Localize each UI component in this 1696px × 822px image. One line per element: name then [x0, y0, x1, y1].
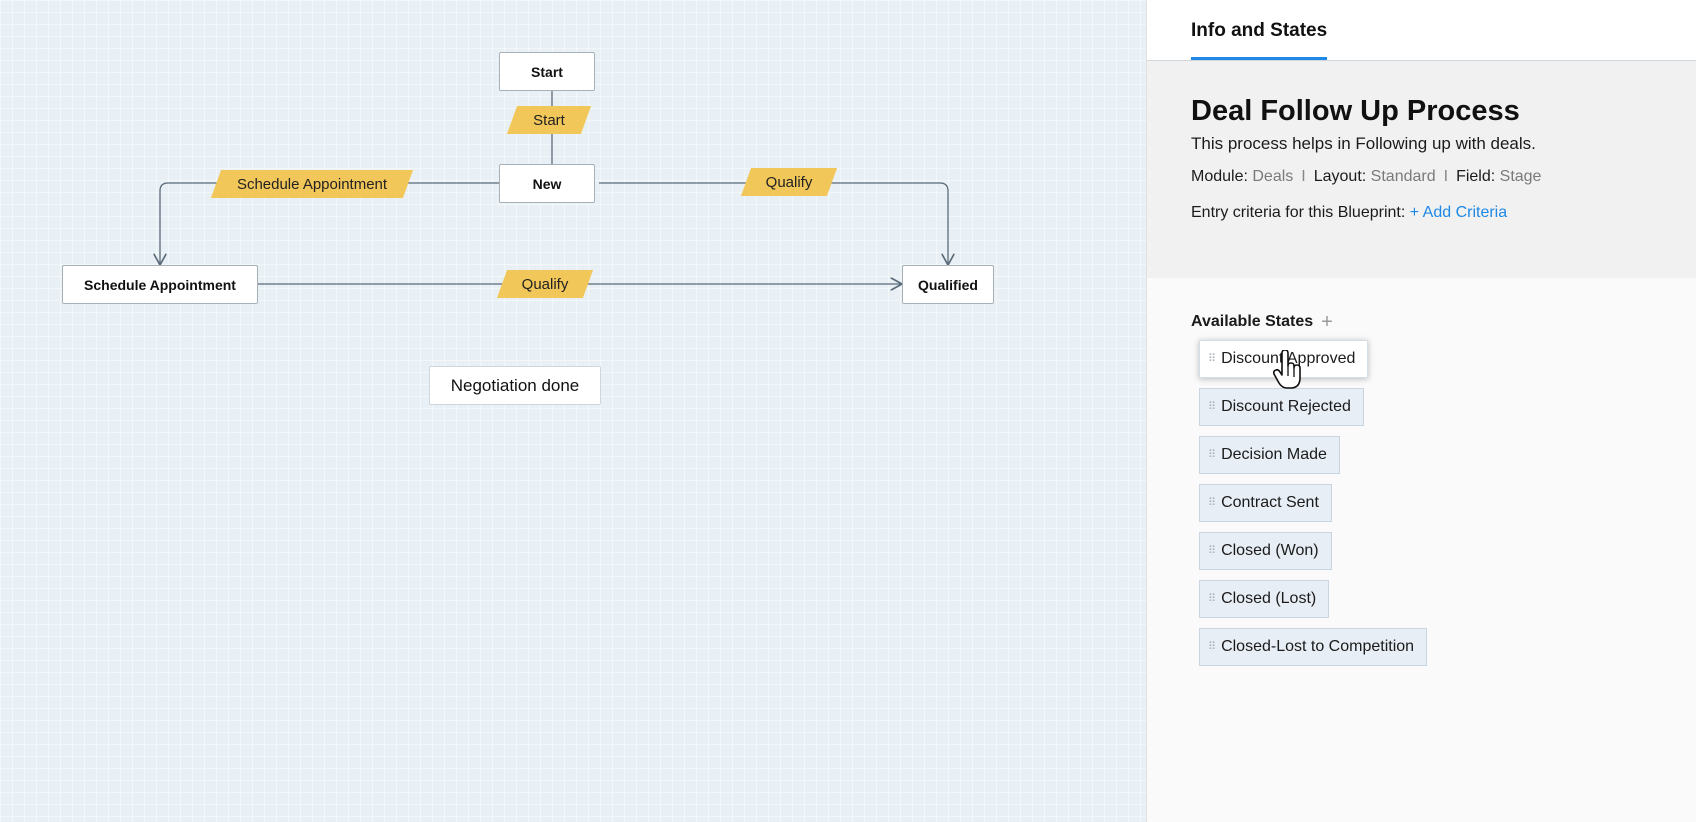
- state-chip-decision-made[interactable]: ⠿ Decision Made: [1199, 436, 1340, 474]
- blueprint-canvas[interactable]: Start Start New Schedule Appointment Qua…: [0, 0, 1146, 822]
- layout-label: Layout:: [1313, 168, 1367, 185]
- transition-qualify-top-label: Qualify: [765, 173, 813, 191]
- process-title: Deal Follow Up Process: [1191, 95, 1520, 127]
- field-label: Field:: [1456, 168, 1496, 185]
- state-qualified[interactable]: Qualified: [902, 265, 994, 304]
- state-chip-closed-won[interactable]: ⠿ Closed (Won): [1199, 532, 1332, 570]
- transition-schedule-appointment-label: Schedule Appointment: [236, 175, 388, 193]
- state-chip-label: Decision Made: [1221, 446, 1327, 463]
- transition-schedule-appointment[interactable]: Schedule Appointment: [216, 170, 408, 198]
- layout-value: Standard: [1370, 168, 1436, 185]
- state-chip-label: Closed (Lost): [1221, 590, 1317, 607]
- available-states-heading: Available States +: [1191, 312, 1652, 332]
- state-negotiation-done[interactable]: Negotiation done: [429, 366, 601, 405]
- transition-qualify-top[interactable]: Qualify: [746, 168, 832, 196]
- entry-criteria-label: Entry criteria for this Blueprint:: [1191, 204, 1406, 221]
- field-value: Stage: [1499, 168, 1542, 185]
- process-meta: Module: Deals I Layout: Standard I Field: St…: [1191, 168, 1652, 186]
- transition-qualify-bottom-label: Qualify: [521, 275, 569, 293]
- process-description: This process helps in Following up with …: [1191, 134, 1536, 153]
- panel-tab-bar: Info and States: [1147, 0, 1696, 61]
- state-chip-closed-lost-to-competition[interactable]: ⠿ Closed-Lost to Competition: [1199, 628, 1428, 666]
- state-chip-closed-lost[interactable]: ⠿ Closed (Lost): [1199, 580, 1330, 618]
- available-states-section: Available States + ⠿ Discount Approved ⠿ D…: [1147, 278, 1696, 676]
- meta-separator: I: [1301, 168, 1306, 185]
- info-panel: Info and States Deal Follow Up Process T…: [1146, 0, 1696, 822]
- state-chip-label: Closed-Lost to Competition: [1221, 638, 1415, 655]
- drag-handle-icon: ⠿: [1208, 448, 1216, 461]
- tab-info-and-states[interactable]: Info and States: [1191, 0, 1328, 60]
- state-chip-label: Discount Rejected: [1221, 398, 1351, 415]
- state-chip-label: Closed (Won): [1221, 542, 1319, 559]
- available-states-title: Available States: [1191, 313, 1314, 330]
- available-states-list: ⠿ Discount Approved ⠿ Discount Rejected ⠿ D…: [1191, 340, 1652, 676]
- process-info-section: Deal Follow Up Process This process help…: [1147, 61, 1696, 278]
- drag-handle-icon: ⠿: [1208, 544, 1216, 557]
- state-chip-contract-sent[interactable]: ⠿ Contract Sent: [1199, 484, 1332, 522]
- state-start[interactable]: Start: [499, 52, 595, 91]
- state-chip-discount-approved[interactable]: ⠿ Discount Approved: [1199, 340, 1369, 378]
- drag-handle-icon: ⠿: [1208, 400, 1216, 413]
- module-value: Deals: [1252, 168, 1294, 185]
- entry-criteria: Entry criteria for this Blueprint: + Add…: [1191, 204, 1652, 222]
- state-new[interactable]: New: [499, 164, 595, 203]
- transition-qualify-bottom[interactable]: Qualify: [502, 270, 588, 298]
- transition-start[interactable]: Start: [512, 106, 586, 134]
- add-criteria-link[interactable]: + Add Criteria: [1410, 204, 1507, 221]
- state-chip-discount-rejected[interactable]: ⠿ Discount Rejected: [1199, 388, 1364, 426]
- drag-handle-icon: ⠿: [1208, 592, 1216, 605]
- add-state-icon[interactable]: +: [1321, 312, 1333, 332]
- drag-handle-icon: ⠿: [1208, 352, 1216, 365]
- state-schedule-appointment[interactable]: Schedule Appointment: [62, 265, 258, 304]
- drag-handle-icon: ⠿: [1208, 496, 1216, 509]
- module-label: Module:: [1191, 168, 1248, 185]
- state-chip-label: Contract Sent: [1221, 494, 1319, 511]
- meta-separator: I: [1443, 168, 1449, 185]
- drag-handle-icon: ⠿: [1208, 640, 1216, 653]
- transition-start-label: Start: [533, 111, 565, 129]
- state-chip-label: Discount Approved: [1221, 350, 1356, 367]
